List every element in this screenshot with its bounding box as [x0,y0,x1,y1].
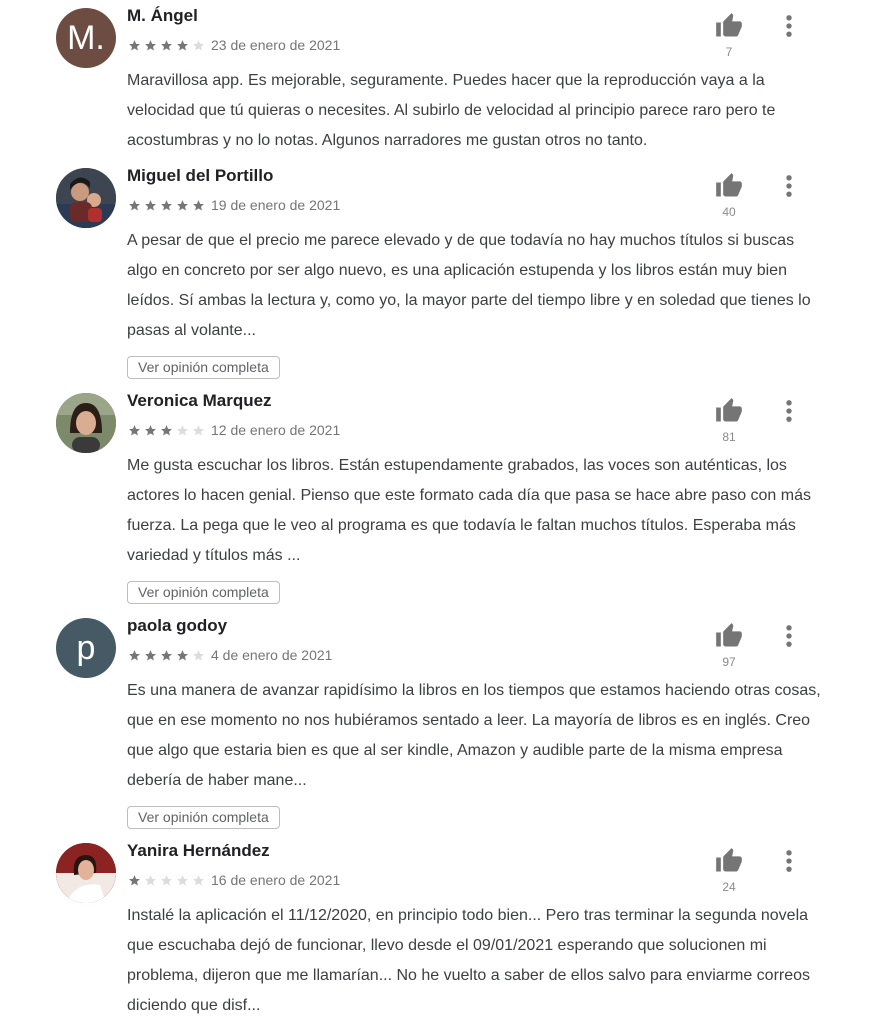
avatar[interactable]: M. [56,8,116,68]
review-author[interactable]: Veronica Marquez [127,391,272,411]
star-empty-icon [193,424,204,435]
more-vertical-icon[interactable] [780,172,798,200]
review-author[interactable]: Miguel del Portillo [127,166,273,186]
star-rating [128,424,205,437]
star-filled-icon [161,199,172,210]
likes-count: 40 [722,205,736,219]
likes-count: 24 [722,880,736,894]
review-text: Me gusta escuchar los libros. Están estu… [127,457,811,564]
avatar-photo [56,393,116,453]
star-empty-icon [193,39,204,50]
star-filled-icon [129,649,140,660]
avatar-photo [56,843,116,903]
full-review-button[interactable]: Ver opinión completa [127,581,280,604]
thumbs-up-icon[interactable] [714,622,744,650]
avatar-initial: p [76,628,96,667]
likes-count: 81 [722,430,736,444]
star-empty-icon [161,874,172,885]
more-vertical-icon[interactable] [780,12,798,40]
star-filled-icon [129,874,140,885]
rating-row: 12 de enero de 2021 [128,422,340,438]
more-vertical-icon[interactable] [780,622,798,650]
thumbs-up-icon[interactable] [714,847,744,875]
review-date: 19 de enero de 2021 [211,197,341,213]
star-rating [128,649,205,662]
avatar-photo [56,168,116,228]
review-author[interactable]: paola godoy [127,616,227,636]
star-filled-icon [145,39,156,50]
avatar[interactable] [56,843,116,903]
star-empty-icon [193,649,204,660]
thumbs-up-icon[interactable] [714,172,744,200]
star-filled-icon [129,39,140,50]
star-filled-icon [161,39,172,50]
star-empty-icon [177,424,188,435]
review-text: A pesar de que el precio me parece eleva… [127,232,811,339]
star-rating [128,199,205,212]
review-date: 4 de enero de 2021 [211,647,333,663]
star-rating [128,874,205,887]
review-text: Es una manera de avanzar rapidísimo la l… [127,682,821,789]
more-vertical-icon[interactable] [780,847,798,875]
rating-row: 19 de enero de 2021 [128,197,340,213]
thumbs-up-icon[interactable] [714,12,744,40]
star-filled-icon [129,199,140,210]
avatar[interactable] [56,393,116,453]
star-filled-icon [145,199,156,210]
star-filled-icon [145,649,156,660]
full-review-button[interactable]: Ver opinión completa [127,356,280,379]
likes-count: 97 [722,655,736,669]
star-filled-icon [177,199,188,210]
star-filled-icon [145,424,156,435]
star-empty-icon [193,874,204,885]
star-filled-icon [129,424,140,435]
review-author[interactable]: M. Ángel [127,6,198,26]
rating-row: 16 de enero de 2021 [128,872,340,888]
star-filled-icon [161,424,172,435]
review-date: 12 de enero de 2021 [211,422,341,438]
thumbs-up-icon[interactable] [714,397,744,425]
star-filled-icon [177,649,188,660]
avatar[interactable]: p [56,618,116,678]
rating-row: 4 de enero de 2021 [128,647,332,663]
avatar[interactable] [56,168,116,228]
more-vertical-icon[interactable] [780,397,798,425]
star-filled-icon [177,39,188,50]
full-review-button[interactable]: Ver opinión completa [127,806,280,829]
review-date: 23 de enero de 2021 [211,37,341,53]
star-filled-icon [161,649,172,660]
avatar-initial: M. [67,18,105,57]
likes-count: 7 [725,45,733,59]
review-text: Instalé la aplicación el 11/12/2020, en … [127,907,811,1014]
star-empty-icon [145,874,156,885]
review-date: 16 de enero de 2021 [211,872,341,888]
review-text: Maravillosa app. Es mejorable, seguramen… [127,72,776,149]
star-rating [128,39,205,52]
rating-row: 23 de enero de 2021 [128,37,340,53]
star-empty-icon [177,874,188,885]
review-author[interactable]: Yanira Hernández [127,841,270,861]
star-filled-icon [193,199,204,210]
